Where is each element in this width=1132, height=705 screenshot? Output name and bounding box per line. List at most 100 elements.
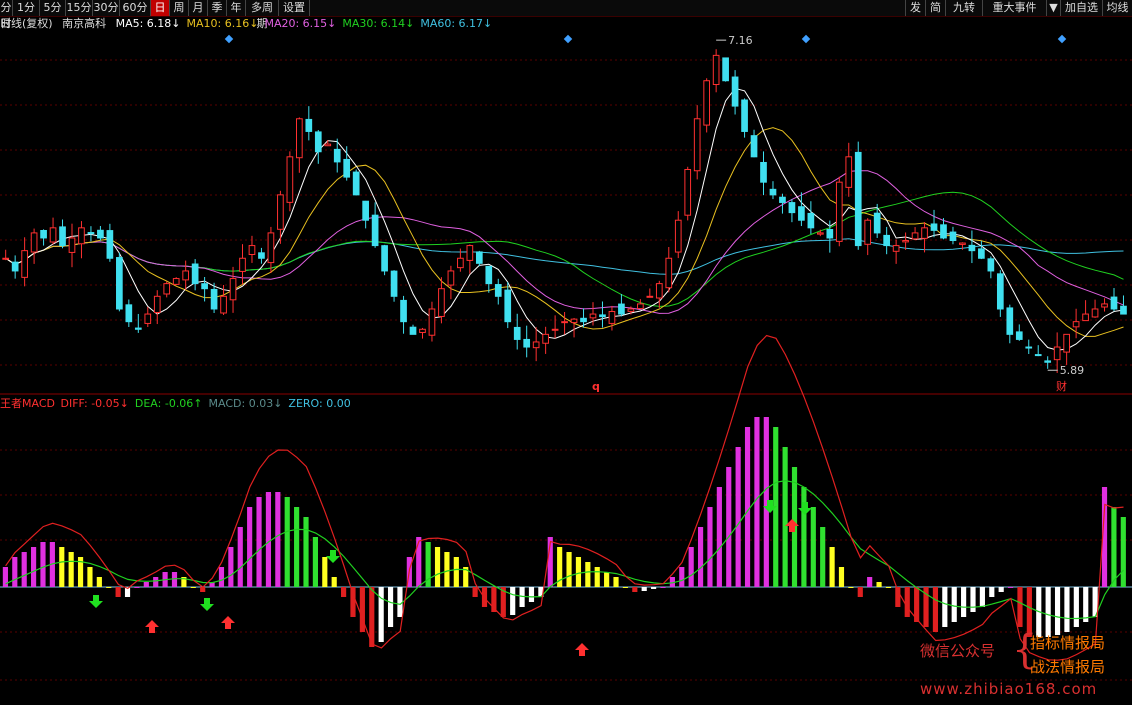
macd-bar xyxy=(200,587,206,592)
candle-body xyxy=(419,328,426,333)
candle-body xyxy=(1072,321,1080,328)
candle-body xyxy=(940,224,947,239)
macd-bar xyxy=(857,587,863,597)
candle-body xyxy=(883,234,890,247)
macd-bar xyxy=(744,427,751,587)
candle-body xyxy=(21,250,28,278)
macd-bar xyxy=(848,587,854,588)
ma-legend-item-2: MA20: 6.15↓ xyxy=(264,17,337,30)
candle-body xyxy=(125,304,133,323)
candle-body xyxy=(381,245,388,272)
candle-body xyxy=(655,283,663,299)
candle-body xyxy=(485,265,493,285)
candle-body xyxy=(68,237,76,253)
macd-bar xyxy=(904,587,910,617)
candle-body xyxy=(11,261,19,272)
candle-body xyxy=(798,206,805,221)
candle-body xyxy=(637,303,644,310)
macd-bar xyxy=(716,487,722,587)
macd-bar xyxy=(510,587,516,615)
macd-bar xyxy=(566,552,572,587)
ma5-line xyxy=(5,87,1124,351)
candle-body xyxy=(134,327,142,330)
candle-body xyxy=(191,263,199,285)
macd-bar xyxy=(697,527,704,587)
candle-body xyxy=(1034,354,1042,357)
macd-bar xyxy=(726,467,732,587)
low-label: 5.89 xyxy=(1060,364,1085,377)
macd-bar xyxy=(989,587,995,597)
macd-bar xyxy=(641,587,647,591)
candle-body xyxy=(400,299,407,323)
macd-bar xyxy=(735,447,741,587)
candle-body xyxy=(428,308,436,336)
macd-bar xyxy=(585,562,591,587)
candle-body xyxy=(1053,346,1061,361)
macd-bar xyxy=(21,552,27,587)
candle-body xyxy=(959,242,966,245)
candle-body xyxy=(40,230,47,239)
ma-legend: MA5: 6.18↓ MA10: 6.16↓ MA20: 6.15↓ MA30: 6.… xyxy=(116,17,499,30)
buy-signal-arrow xyxy=(89,595,103,608)
candle-body xyxy=(542,333,549,344)
candle-body xyxy=(352,171,360,196)
candle-body xyxy=(305,118,313,132)
candle-body xyxy=(873,212,881,234)
event-diamond xyxy=(563,34,573,44)
candle-body xyxy=(1120,305,1127,315)
candle-body xyxy=(513,326,521,340)
macd-bar xyxy=(622,587,629,588)
macd-bar xyxy=(1073,587,1079,627)
candle-body xyxy=(1091,308,1099,318)
candle-body xyxy=(333,148,341,163)
candle-body xyxy=(599,314,606,318)
macd-legend: 王者MACD DIFF: -0.05↓ DEA: -0.06↑ MACD: 0.03… xyxy=(0,397,363,411)
macd-bar xyxy=(265,492,272,587)
macd-bar xyxy=(275,492,281,587)
macd-bar xyxy=(218,567,225,587)
watermark-site: www.zhibiao168.com xyxy=(920,680,1098,698)
candle-body xyxy=(1082,313,1089,322)
macd-bar xyxy=(12,557,18,587)
candle-body xyxy=(779,196,786,203)
macd-bar xyxy=(1054,587,1061,635)
candle-body xyxy=(409,326,417,335)
macd-bar xyxy=(932,587,939,632)
macd-bar xyxy=(942,587,948,627)
main-prefix: 日线(复权) xyxy=(0,17,53,30)
candle-body xyxy=(457,257,464,269)
candle-body xyxy=(1025,346,1033,349)
watermark-wechat: 微信公众号 xyxy=(920,642,996,660)
candle-body xyxy=(1006,307,1014,335)
macd-bar xyxy=(970,587,976,612)
macd-bar xyxy=(528,587,535,602)
candle-body xyxy=(182,270,190,281)
macd-bar xyxy=(820,527,826,587)
macd-bar xyxy=(378,587,384,642)
macd-bar xyxy=(359,587,365,632)
macd-bar xyxy=(40,542,46,587)
candle-body xyxy=(589,313,597,319)
candle-body xyxy=(1063,333,1070,353)
macd-legend-item-0: DIFF: -0.05↓ xyxy=(60,397,129,410)
candle-body xyxy=(87,232,95,235)
event-diamond xyxy=(224,34,234,44)
high-label: 7.16 xyxy=(728,34,753,47)
candle-body xyxy=(97,229,104,239)
event-diamond xyxy=(1057,34,1067,44)
macd-bar xyxy=(679,567,685,587)
macd-bar xyxy=(979,587,985,607)
candle-body xyxy=(78,227,85,245)
candle-body xyxy=(845,156,853,188)
macd-bar xyxy=(810,507,816,587)
macd-bar xyxy=(31,547,37,587)
sell-signal-arrow xyxy=(145,620,159,633)
candle-body xyxy=(618,303,625,315)
macd-bar xyxy=(1007,587,1014,588)
candle-body xyxy=(921,227,928,239)
ma60-line xyxy=(5,238,1124,275)
sell-signal-arrow xyxy=(221,616,235,629)
candle-body xyxy=(144,313,152,324)
candle-body xyxy=(684,168,692,216)
candle-body xyxy=(1101,303,1108,308)
